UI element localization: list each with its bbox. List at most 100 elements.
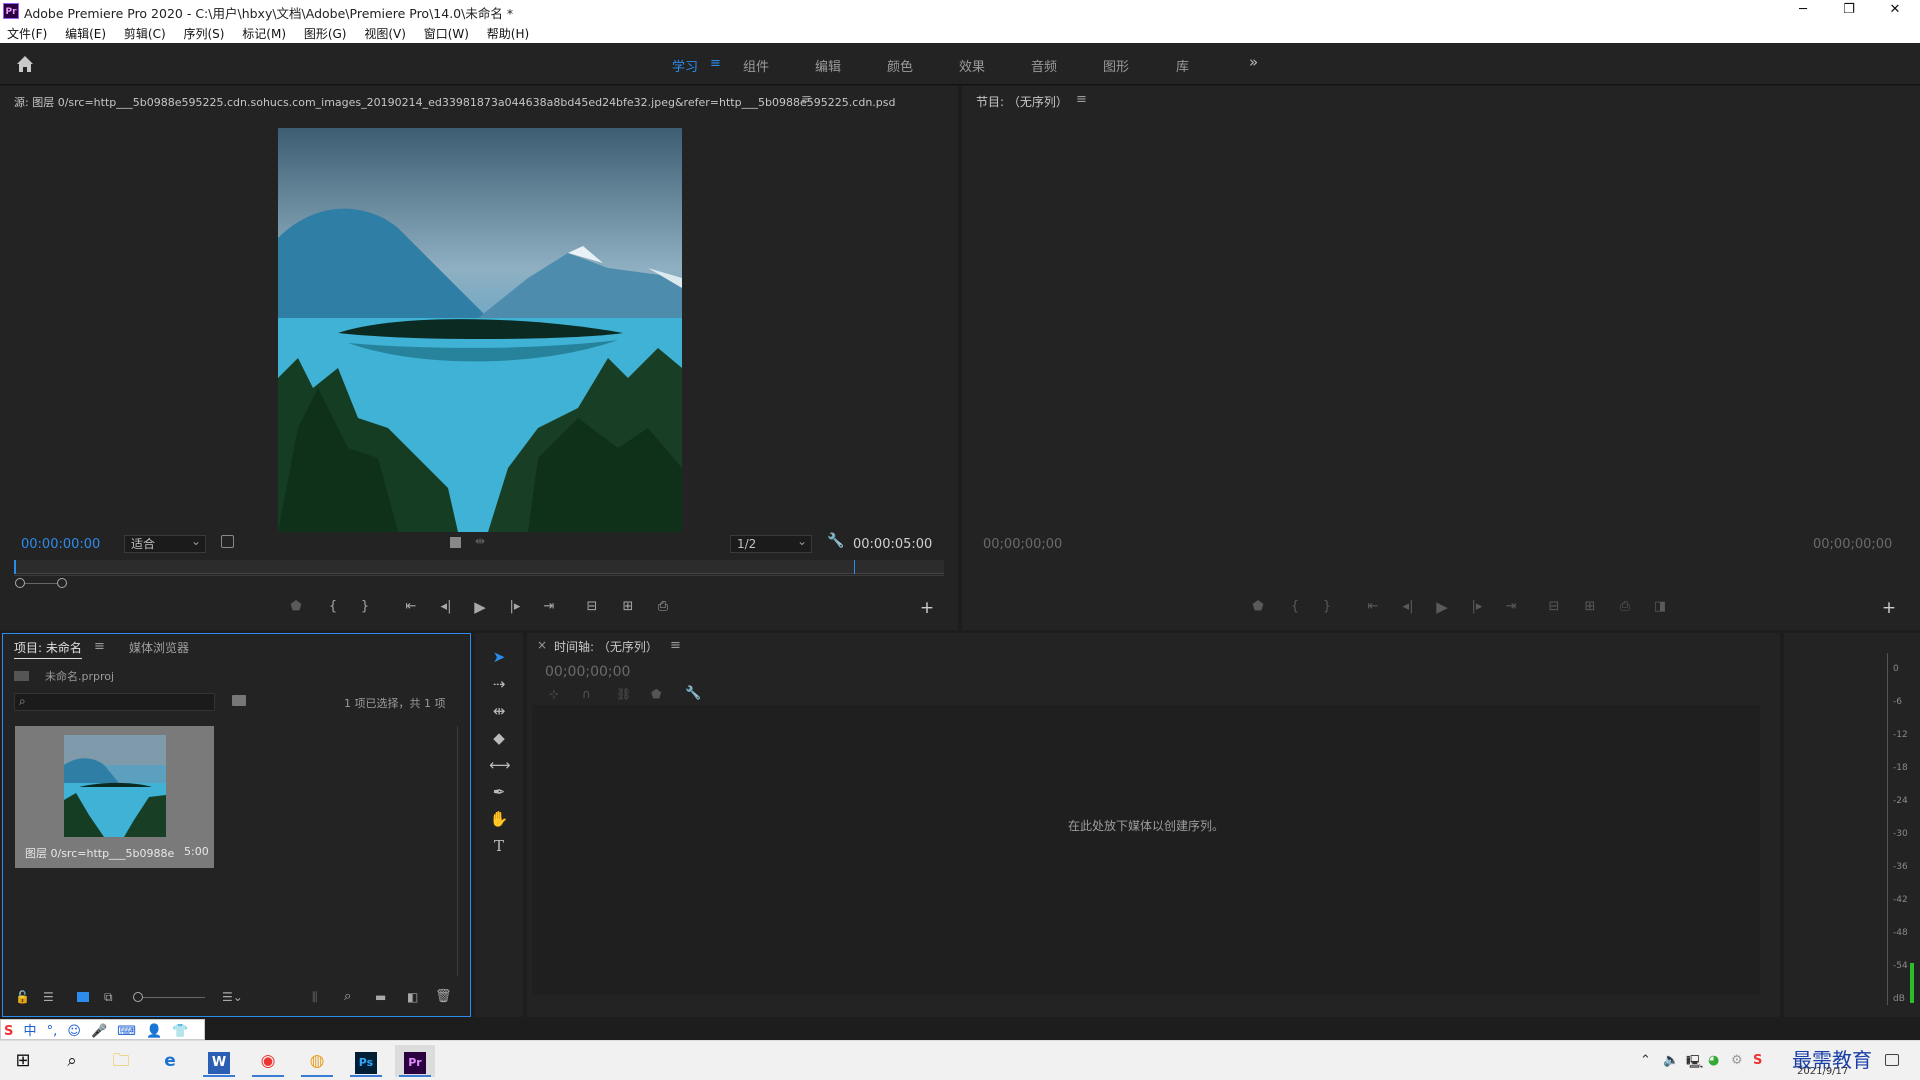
project-item-thumbnail[interactable]: 图层 0/src=http___5b0988e... 5:00	[15, 726, 214, 868]
new-item-icon[interactable]: ◧	[407, 990, 418, 1004]
go-to-in-icon[interactable]: ⇤	[401, 599, 421, 614]
workspace-tab-color[interactable]: 颜色	[887, 56, 913, 75]
program-add-marker-icon[interactable]: ⬟	[1248, 599, 1268, 614]
ime-punctuation[interactable]: °,	[47, 1022, 58, 1041]
tray-app2-icon[interactable]: ⚙	[1731, 1053, 1743, 1068]
workspace-tab-learn[interactable]: 学习	[672, 56, 698, 75]
trash-icon[interactable]: 🗑	[435, 989, 452, 1004]
program-mark-in-icon[interactable]: {	[1285, 599, 1305, 614]
safe-margin-icon[interactable]	[221, 535, 234, 548]
drag-audio-icon[interactable]: ⇹	[475, 534, 485, 548]
zoom-handle-left[interactable]	[15, 578, 25, 588]
photoshop-icon[interactable]: Ps	[346, 1045, 386, 1077]
compare-view-icon[interactable]: ◨	[1650, 599, 1670, 614]
media-browser-tab[interactable]: 媒体浏览器	[129, 639, 189, 656]
track-select-tool-icon[interactable]: ⇢	[489, 674, 509, 694]
program-go-to-in-icon[interactable]: ⇤	[1363, 599, 1383, 614]
start-windows-icon[interactable]: ⊞	[3, 1045, 43, 1077]
source-resolution-dropdown[interactable]: 1/2	[730, 533, 812, 553]
menu-clip[interactable]: 剪辑(C)	[117, 22, 173, 42]
premiere-taskbar-icon[interactable]: Pr	[395, 1045, 435, 1077]
program-mark-out-icon[interactable]: }	[1317, 599, 1337, 614]
program-step-forward-icon[interactable]: |▸	[1467, 599, 1487, 614]
new-bin-icon[interactable]: ▬	[375, 990, 386, 1004]
source-time-ruler[interactable]	[14, 560, 944, 574]
tray-expand-icon[interactable]: ⌃	[1640, 1053, 1651, 1068]
overwrite-icon[interactable]: ⊞	[618, 599, 638, 614]
minimize-button[interactable]: ─	[1780, 0, 1826, 22]
home-icon[interactable]	[14, 53, 36, 75]
slip-tool-icon[interactable]: ⟷	[489, 755, 511, 775]
program-monitor-title[interactable]: 节目: （无序列）	[976, 93, 1068, 110]
notification-icon[interactable]	[1885, 1054, 1899, 1066]
ime-voice-icon[interactable]: 🎤	[91, 1022, 107, 1041]
restore-button[interactable]: ❐	[1826, 0, 1872, 22]
workspace-tab-libraries[interactable]: 库	[1176, 56, 1189, 75]
source-timecode-in[interactable]: 00:00:00:00	[21, 537, 100, 552]
source-zoom-dropdown[interactable]: 适合	[124, 533, 206, 553]
menu-markers[interactable]: 标记(M)	[235, 22, 293, 42]
snap-icon[interactable]: ∩	[582, 687, 591, 701]
word-icon[interactable]: W	[199, 1045, 239, 1077]
find-icon[interactable]: ⌕	[344, 989, 351, 1004]
nest-icon[interactable]: ⊹	[549, 687, 559, 701]
source-monitor-title[interactable]: 源: 图层 0/src=http___5b0988e595225.cdn.soh…	[14, 94, 895, 110]
icon-view-icon[interactable]	[77, 992, 89, 1002]
menu-help[interactable]: 帮助(H)	[480, 22, 536, 42]
workspace-menu-icon[interactable]: ≡	[710, 56, 721, 71]
pen-tool-icon[interactable]: ✒	[489, 782, 509, 802]
chrome-icon[interactable]: ◍	[297, 1045, 337, 1077]
network-icon[interactable]: 🖳	[1686, 1053, 1703, 1075]
program-timecode-in[interactable]: 00;00;00;00	[983, 537, 1062, 552]
project-panel-menu-icon[interactable]: ≡	[94, 639, 105, 654]
workspace-tab-effects[interactable]: 效果	[959, 56, 985, 75]
linked-selection-icon[interactable]: ⛓	[616, 687, 631, 701]
menu-window[interactable]: 窗口(W)	[417, 22, 476, 42]
mark-out-icon[interactable]: }	[355, 599, 375, 614]
thumbnail-size-slider[interactable]	[133, 992, 143, 1002]
type-tool-icon[interactable]: T	[489, 836, 509, 856]
extract-icon[interactable]: ⊞	[1580, 599, 1600, 614]
app-icon-red[interactable]: ◉	[248, 1045, 288, 1077]
new-bin-from-search-icon[interactable]	[232, 695, 246, 706]
insert-icon[interactable]: ⊟	[582, 599, 602, 614]
list-view-icon[interactable]: ☰	[43, 990, 54, 1004]
menu-graphics[interactable]: 图形(G)	[297, 22, 354, 42]
ime-skin-icon[interactable]: 👕	[172, 1022, 188, 1041]
program-step-back-icon[interactable]: ◂|	[1398, 599, 1418, 614]
automate-to-sequence-icon[interactable]: ⫼	[312, 990, 318, 1005]
timeline-settings-icon[interactable]: 🔧	[685, 686, 701, 701]
zoom-handle-right[interactable]	[57, 578, 67, 588]
razor-tool-icon[interactable]: ◆	[489, 728, 509, 748]
drag-video-icon[interactable]	[450, 537, 461, 548]
workspace-tab-editing[interactable]: 编辑	[815, 56, 841, 75]
volume-icon[interactable]: 🔈	[1663, 1053, 1679, 1068]
source-panel-menu-icon[interactable]: ≡	[801, 92, 812, 107]
play-icon[interactable]: ▶	[470, 598, 490, 616]
settings-wrench-icon[interactable]: 🔧	[827, 533, 844, 549]
step-back-icon[interactable]: ◂|	[436, 599, 456, 614]
edge-browser-icon[interactable]: e	[150, 1045, 190, 1077]
timeline-close-icon[interactable]: ×	[537, 638, 547, 652]
menu-view[interactable]: 视图(V)	[357, 22, 413, 42]
ripple-edit-tool-icon[interactable]: ⇹	[489, 701, 509, 721]
hand-tool-icon[interactable]: ✋	[489, 809, 509, 829]
step-forward-icon[interactable]: |▸	[505, 599, 525, 614]
button-editor-plus-icon[interactable]: +	[917, 598, 937, 618]
workspace-tab-audio[interactable]: 音频	[1031, 56, 1057, 75]
program-button-editor-plus-icon[interactable]: +	[1879, 598, 1899, 618]
selection-tool-icon[interactable]: ➤	[489, 647, 509, 667]
go-to-out-icon[interactable]: ⇥	[539, 599, 559, 614]
sort-icon[interactable]: ☰⌄	[222, 990, 243, 1004]
tray-app-icon[interactable]: ◕	[1708, 1053, 1719, 1068]
add-marker-icon[interactable]: ⬟	[286, 599, 306, 614]
ime-user-icon[interactable]: 👤	[146, 1022, 162, 1041]
mark-in-icon[interactable]: {	[323, 599, 343, 614]
project-tab[interactable]: 项目: 未命名	[14, 639, 82, 659]
project-scrollbar[interactable]	[457, 726, 458, 976]
freeform-view-icon[interactable]: ⧉	[104, 990, 113, 1005]
ime-emoji-icon[interactable]: ☺	[67, 1022, 81, 1041]
lift-icon[interactable]: ⊟	[1544, 599, 1564, 614]
taskbar-search-icon[interactable]: ⌕	[52, 1045, 92, 1077]
workspace-tab-assembly[interactable]: 组件	[743, 56, 769, 75]
